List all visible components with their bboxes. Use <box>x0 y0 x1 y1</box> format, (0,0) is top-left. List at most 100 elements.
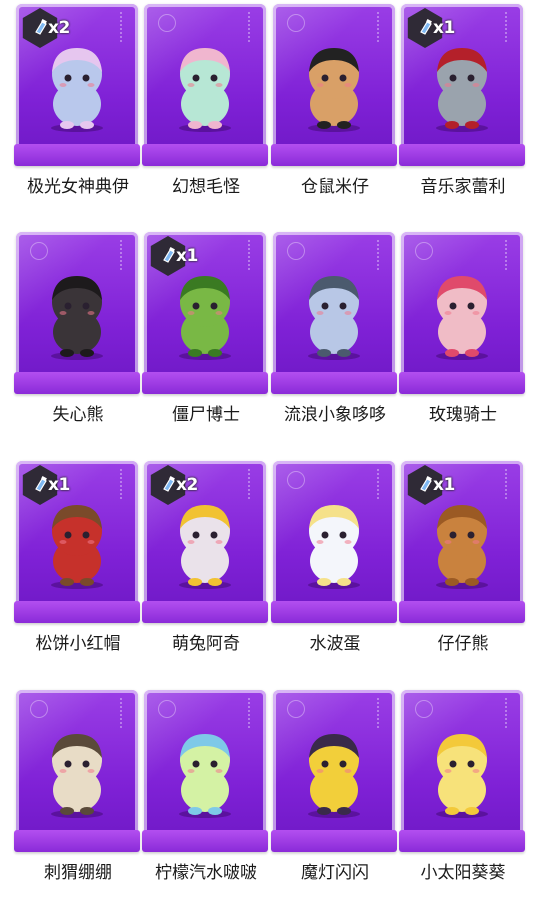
display-base <box>142 601 268 623</box>
collection-item[interactable]: x2 萌兔阿奇 <box>142 461 270 676</box>
display-base <box>14 372 140 394</box>
case-decoration <box>377 698 387 728</box>
display-case <box>273 232 395 392</box>
display-base <box>399 830 525 852</box>
duplicate-count-badge: x1 <box>405 465 471 505</box>
item-name-label: 松饼小红帽 <box>35 634 121 654</box>
figure-zombie <box>179 276 231 360</box>
potion-bottle-icon <box>420 476 432 492</box>
collection-item[interactable]: 流浪小象哆哆 <box>271 232 399 447</box>
display-base <box>14 601 140 623</box>
collection-item[interactable]: 幻想毛怪 <box>142 4 270 219</box>
duplicate-count-badge: x1 <box>405 8 471 48</box>
collection-item[interactable]: 魔灯闪闪 <box>271 690 399 905</box>
collection-item[interactable]: x2 极光女神典伊 <box>14 4 142 219</box>
item-name-label: 音乐家蕾利 <box>420 177 506 197</box>
figure-aurora <box>51 48 103 132</box>
brand-logo-icon <box>415 242 433 260</box>
collection-item[interactable]: 失心熊 <box>14 232 142 447</box>
brand-logo-icon <box>287 700 305 718</box>
item-name-label: 失心熊 <box>52 405 104 425</box>
case-decoration <box>120 12 130 42</box>
collection-item[interactable]: 水波蛋 <box>271 461 399 676</box>
display-base <box>142 144 268 166</box>
case-decoration <box>248 698 258 728</box>
display-base <box>14 830 140 852</box>
case-decoration <box>120 240 130 270</box>
display-base <box>399 372 525 394</box>
collection-item[interactable]: 刺猬绷绷 <box>14 690 142 905</box>
collection-item[interactable]: 仓鼠米仔 <box>271 4 399 219</box>
case-decoration <box>377 469 387 499</box>
badge-count-label: x2 <box>48 18 70 38</box>
display-base <box>142 372 268 394</box>
brand-logo-icon <box>30 242 48 260</box>
item-name-label: 仓鼠米仔 <box>301 177 369 197</box>
case-decoration <box>377 240 387 270</box>
duplicate-count-badge: x2 <box>20 8 86 48</box>
collection-item[interactable]: 小太阳葵葵 <box>399 690 527 905</box>
item-name-label: 水波蛋 <box>309 634 361 654</box>
badge-count-label: x1 <box>48 475 70 495</box>
figure-red-hood <box>51 505 103 589</box>
badge-count-label: x1 <box>433 475 455 495</box>
duplicate-count-badge: x2 <box>148 465 214 505</box>
figure-bunny <box>179 505 231 589</box>
figure-magic-lamp <box>308 734 360 818</box>
brand-logo-icon <box>158 14 176 32</box>
item-name-label: 流浪小象哆哆 <box>284 405 386 425</box>
case-decoration <box>120 698 130 728</box>
display-base <box>142 830 268 852</box>
brand-logo-icon <box>287 242 305 260</box>
brand-logo-icon <box>287 14 305 32</box>
duplicate-count-badge: x1 <box>148 236 214 276</box>
display-case <box>16 232 138 392</box>
item-name-label: 魔灯闪闪 <box>301 863 369 883</box>
potion-bottle-icon <box>420 19 432 35</box>
collection-grid: x2 极光女神典伊 幻想毛怪 仓鼠米仔 x1 音乐家蕾利失心熊 x1 僵尸博士 流浪小象哆哆 玫瑰… <box>0 0 540 883</box>
potion-bottle-icon <box>35 19 47 35</box>
brand-logo-icon <box>30 700 48 718</box>
case-decoration <box>248 240 258 270</box>
case-decoration <box>505 12 515 42</box>
brand-logo-icon <box>415 700 433 718</box>
display-case <box>144 690 266 850</box>
item-name-label: 极光女神典伊 <box>27 177 129 197</box>
item-name-label: 玫瑰骑士 <box>429 405 497 425</box>
brand-logo-icon <box>287 471 305 489</box>
display-case <box>16 690 138 850</box>
case-decoration <box>505 698 515 728</box>
display-base <box>14 144 140 166</box>
case-decoration <box>248 12 258 42</box>
display-case <box>273 4 395 164</box>
display-base <box>271 372 397 394</box>
figure-hedgehog <box>51 734 103 818</box>
collection-item[interactable]: x1 仔仔熊 <box>399 461 527 676</box>
collection-item[interactable]: x1 松饼小红帽 <box>14 461 142 676</box>
collection-item[interactable]: 玫瑰骑士 <box>399 232 527 447</box>
case-decoration <box>377 12 387 42</box>
figure-rose-knight <box>436 276 488 360</box>
collection-item[interactable]: x1 音乐家蕾利 <box>399 4 527 219</box>
potion-bottle-icon <box>163 476 175 492</box>
potion-bottle-icon <box>163 247 175 263</box>
display-case <box>273 461 395 621</box>
case-decoration <box>248 469 258 499</box>
item-name-label: 小太阳葵葵 <box>420 863 506 883</box>
item-name-label: 幻想毛怪 <box>172 177 240 197</box>
case-decoration <box>505 240 515 270</box>
item-name-label: 柠檬汽水啵啵 <box>155 863 257 883</box>
collection-item[interactable]: 柠檬汽水啵啵 <box>142 690 270 905</box>
figure-egg <box>308 505 360 589</box>
figure-elephant <box>308 276 360 360</box>
duplicate-count-badge: x1 <box>20 465 86 505</box>
figure-bear <box>51 276 103 360</box>
display-base <box>399 601 525 623</box>
display-case <box>273 690 395 850</box>
collection-item[interactable]: x1 僵尸博士 <box>142 232 270 447</box>
display-base <box>271 601 397 623</box>
display-base <box>271 830 397 852</box>
display-case <box>401 690 523 850</box>
item-name-label: 萌兔阿奇 <box>172 634 240 654</box>
figure-hamster <box>308 48 360 132</box>
